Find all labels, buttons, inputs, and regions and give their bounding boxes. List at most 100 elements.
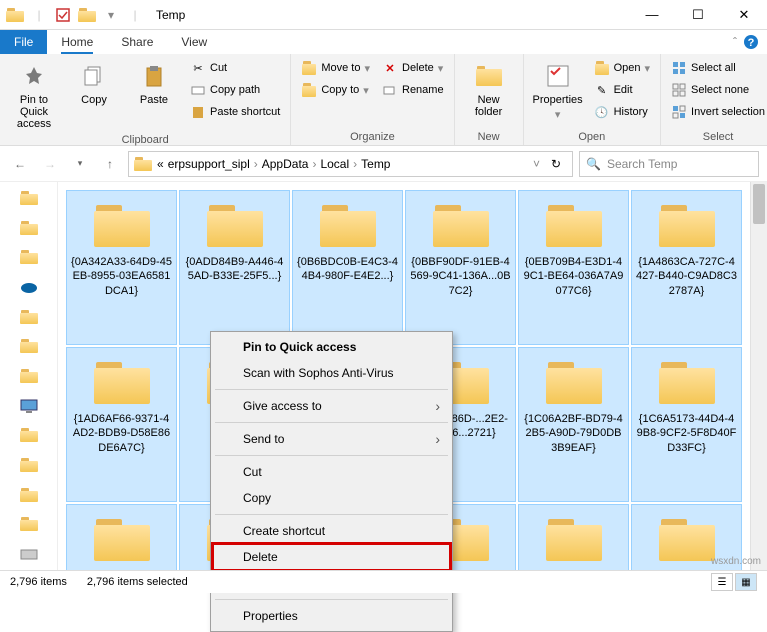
folder-item[interactable]: {1AD6AF66-9371-4AD2-BDB9-D58E86DE6A7C}: [66, 347, 177, 502]
delete-button[interactable]: ✕Delete▾: [378, 58, 448, 78]
move-to-button[interactable]: Move to▾: [297, 58, 374, 78]
nav-item[interactable]: [17, 426, 41, 446]
address-bar[interactable]: « erpsupport_sipl› AppData› Local› Temp …: [128, 151, 573, 177]
collapse-ribbon-icon[interactable]: ˆ: [733, 35, 737, 49]
breadcrumb-item[interactable]: Temp: [361, 157, 390, 171]
nav-item[interactable]: [17, 247, 41, 267]
breadcrumb-root[interactable]: «: [157, 157, 164, 171]
ctx-delete[interactable]: Delete: [213, 544, 450, 570]
forward-button[interactable]: →: [38, 152, 62, 176]
tab-share[interactable]: Share: [107, 30, 167, 54]
ctx-separator: [215, 599, 448, 600]
copy-button[interactable]: Copy: [66, 58, 122, 108]
status-bar: 2,796 items 2,796 items selected ☰ ▦: [0, 570, 767, 593]
qat-dropdown[interactable]: ▾: [100, 4, 122, 26]
folder-item[interactable]: {1C6A5173-44D4-49B8-9CF2-5F8D40FD33FC}: [631, 347, 742, 502]
rename-icon: [382, 82, 398, 98]
scrollbar-thumb[interactable]: [753, 184, 765, 224]
ctx-separator: [215, 514, 448, 515]
minimize-button[interactable]: —: [629, 0, 675, 30]
watermark: wsxdn.com: [711, 556, 761, 567]
ctx-properties[interactable]: Properties: [213, 603, 450, 629]
new-folder-button[interactable]: New folder: [461, 58, 517, 120]
folder-item[interactable]: [66, 504, 177, 570]
tab-file[interactable]: File: [0, 30, 47, 54]
folder-item[interactable]: {1C06A2BF-BD79-42B5-A90D-79D0DB3B9EAF}: [518, 347, 629, 502]
edit-button[interactable]: ✎Edit: [590, 80, 654, 100]
paste-button[interactable]: Paste: [126, 58, 182, 108]
tab-view[interactable]: View: [167, 30, 221, 54]
folder-icon: [655, 513, 719, 565]
copy-to-button[interactable]: Copy to▾: [297, 80, 374, 100]
nav-item[interactable]: [17, 485, 41, 505]
folder-item[interactable]: {0A342A33-64D9-45EB-8955-03EA6581DCA1}: [66, 190, 177, 345]
copy-path-button[interactable]: Copy path: [186, 80, 284, 100]
folder-icon: [316, 199, 380, 251]
rename-button[interactable]: Rename: [378, 80, 448, 100]
history-button[interactable]: 🕓History: [590, 102, 654, 122]
ctx-scan[interactable]: Scan with Sophos Anti-Virus: [213, 360, 450, 386]
nav-item-drive[interactable]: [17, 544, 41, 564]
folder-item[interactable]: [518, 504, 629, 570]
status-selected: 2,796 items selected: [87, 576, 188, 588]
folder-item[interactable]: {0EB709B4-E3D1-49C1-BE64-036A7A9077C6}: [518, 190, 629, 345]
tab-home[interactable]: Home: [47, 30, 107, 54]
address-dropdown[interactable]: ˅: [533, 157, 540, 171]
invert-icon: [671, 104, 687, 120]
search-icon: 🔍: [586, 157, 601, 171]
navigation-pane[interactable]: [0, 182, 58, 570]
select-all-button[interactable]: Select all: [667, 58, 767, 78]
ctx-give-access[interactable]: Give access to: [213, 393, 450, 419]
newfolder-icon: [473, 60, 505, 92]
nav-item[interactable]: [17, 336, 41, 356]
ctx-cut[interactable]: Cut: [213, 459, 450, 485]
up-button[interactable]: ↑: [98, 152, 122, 176]
cut-button[interactable]: ✂Cut: [186, 58, 284, 78]
help-icon[interactable]: ?: [743, 34, 759, 50]
vertical-scrollbar[interactable]: [750, 182, 767, 570]
pin-quick-access-button[interactable]: Pin to Quick access: [6, 58, 62, 132]
ctx-pin[interactable]: Pin to Quick access: [213, 334, 450, 360]
nav-item[interactable]: [17, 307, 41, 327]
open-button[interactable]: Open▾: [590, 58, 654, 78]
folder-item[interactable]: {0ADD84B9-A446-45AD-B33E-25F5...}: [179, 190, 290, 345]
nav-item-thispc[interactable]: [17, 396, 41, 416]
folder-icon: [90, 199, 154, 251]
maximize-button[interactable]: ☐: [675, 0, 721, 30]
moveto-icon: [301, 60, 317, 76]
invert-selection-button[interactable]: Invert selection: [667, 102, 767, 122]
nav-item[interactable]: [17, 455, 41, 475]
ctx-send-to[interactable]: Send to: [213, 426, 450, 452]
select-none-button[interactable]: Select none: [667, 80, 767, 100]
paste-shortcut-button[interactable]: Paste shortcut: [186, 102, 284, 122]
view-details-button[interactable]: ☰: [711, 573, 733, 591]
nav-item[interactable]: [17, 218, 41, 238]
nav-item[interactable]: [17, 366, 41, 386]
close-button[interactable]: ✕: [721, 0, 767, 30]
paste-icon: [138, 60, 170, 92]
folder-item[interactable]: {0BBF90DF-91EB-4569-9C41-136A...0B7C2}: [405, 190, 516, 345]
ctx-create-shortcut[interactable]: Create shortcut: [213, 518, 450, 544]
view-icons-button[interactable]: ▦: [735, 573, 757, 591]
folder-icon: [76, 4, 98, 26]
folder-icon: [203, 199, 267, 251]
copy-icon: [78, 60, 110, 92]
selectall-icon: [671, 60, 687, 76]
breadcrumb-item[interactable]: Local: [320, 157, 349, 171]
ctx-copy[interactable]: Copy: [213, 485, 450, 511]
properties-button[interactable]: Properties▾: [530, 58, 586, 123]
ribbon-tabs: File Home Share View ˆ ?: [0, 30, 767, 54]
nav-item-onedrive[interactable]: [17, 277, 41, 297]
refresh-button[interactable]: ↻: [544, 157, 568, 171]
breadcrumb-item[interactable]: erpsupport_sipl: [168, 157, 250, 171]
breadcrumb-item[interactable]: AppData: [262, 157, 309, 171]
recent-dropdown[interactable]: ▾: [68, 152, 92, 176]
open-icon: [594, 60, 610, 76]
folder-item[interactable]: {0B6BDC0B-E4C3-44B4-980F-E4E2...}: [292, 190, 403, 345]
nav-item[interactable]: [17, 515, 41, 535]
nav-item[interactable]: [17, 188, 41, 208]
checkbox-icon[interactable]: [52, 4, 74, 26]
back-button[interactable]: ←: [8, 152, 32, 176]
folder-item[interactable]: {1A4863CA-727C-4427-B440-C9AD8C32787A}: [631, 190, 742, 345]
search-input[interactable]: 🔍 Search Temp: [579, 151, 759, 177]
